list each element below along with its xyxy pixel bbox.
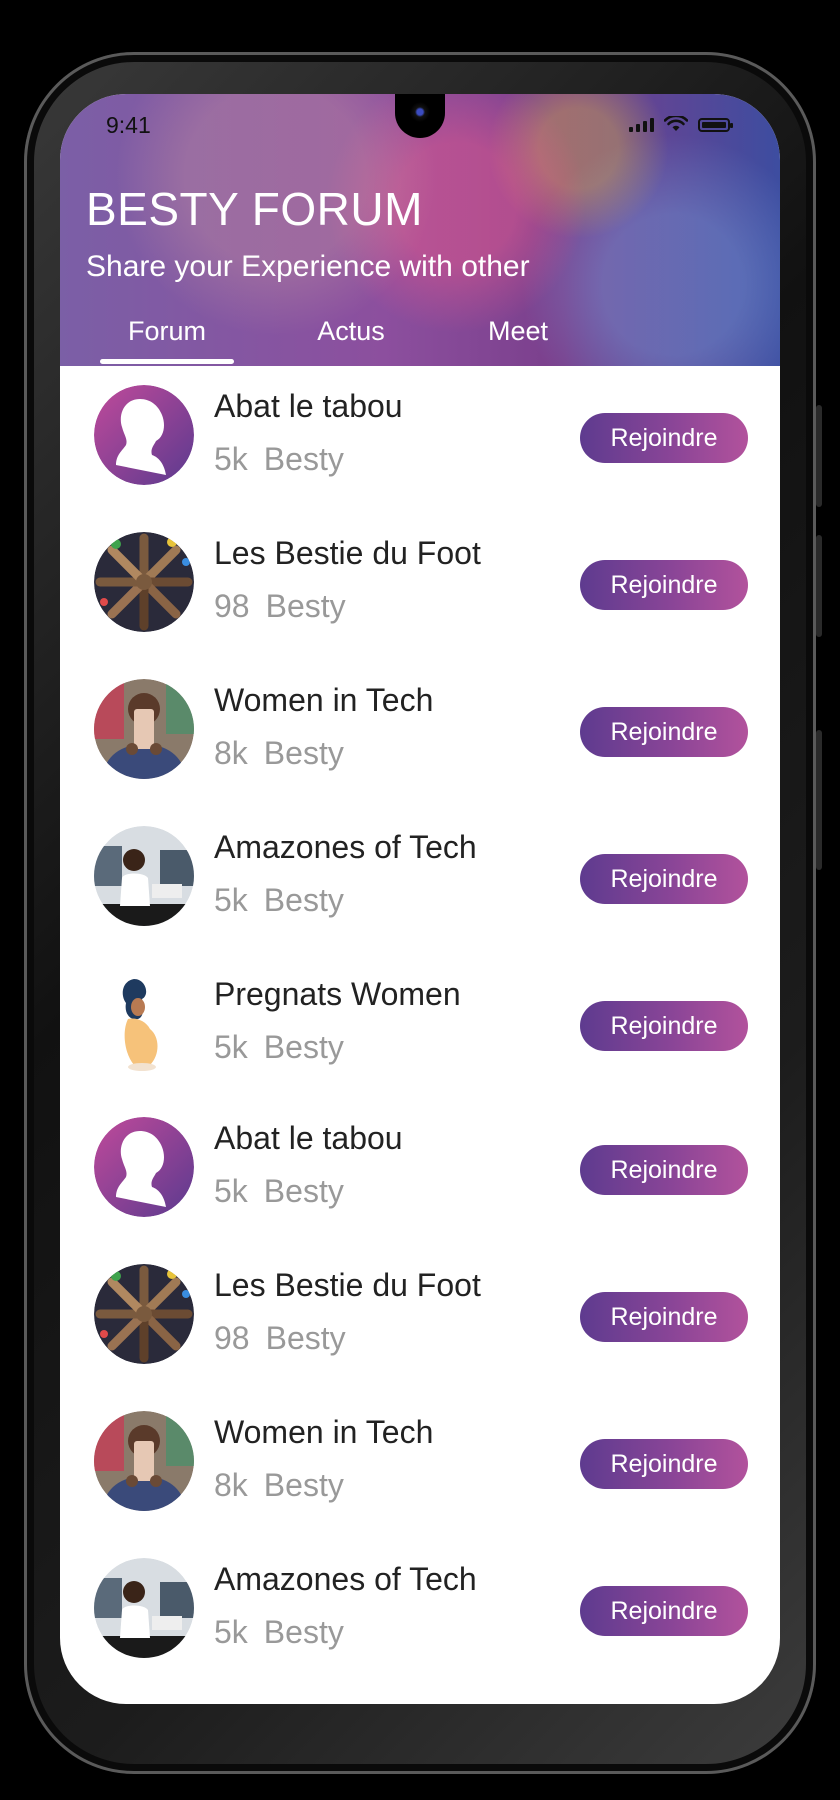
group-name: Les Bestie du Foot [214, 535, 481, 571]
join-button[interactable]: Rejoindre [580, 707, 748, 757]
member-count-unit: Besty [265, 588, 346, 624]
join-button[interactable]: Rejoindre [580, 1439, 748, 1489]
woman-silhouette-icon [94, 385, 194, 485]
page-subtitle: Share your Experience with other [86, 250, 530, 283]
join-button[interactable]: Rejoindre [580, 1001, 748, 1051]
member-count-unit: Besty [265, 1320, 346, 1356]
member-count-unit: Besty [263, 735, 344, 771]
status-icons [629, 116, 733, 132]
hands-circle-photo [94, 532, 194, 632]
member-count-value: 98 [214, 1320, 250, 1356]
member-count-unit: Besty [263, 882, 344, 918]
status-time: 9:41 [106, 112, 151, 138]
pregnant-woman-illustration [94, 973, 194, 1073]
join-button[interactable]: Rejoindre [580, 854, 748, 904]
member-count-unit: Besty [263, 441, 344, 477]
page-title: BESTY FORUM [86, 183, 423, 235]
member-count-unit: Besty [263, 1029, 344, 1065]
list-item[interactable]: Abat le tabou 5k Besty Rejoindre [60, 1098, 780, 1245]
member-count: 5k Besty [214, 1614, 344, 1651]
phone-side-button [816, 535, 822, 637]
member-count-value: 8k [214, 1467, 248, 1503]
join-button[interactable]: Rejoindre [580, 1145, 748, 1195]
list-item[interactable]: Abat le tabou 5k Besty Rejoindre [60, 366, 780, 513]
phone-side-button [816, 405, 822, 507]
list-item[interactable]: Les Bestie du Foot 98 Besty Rejoindre [60, 513, 780, 660]
group-name: Amazones of Tech [214, 829, 477, 865]
tab-forum[interactable]: Forum [100, 316, 234, 347]
forum-header: 9:41 BESTY FORUM Share your Experience w… [60, 94, 780, 366]
group-name: Abat le tabou [214, 388, 403, 424]
member-count-value: 8k [214, 735, 248, 771]
woman-silhouette-icon [94, 1117, 194, 1217]
member-count-value: 5k [214, 1173, 248, 1209]
hands-circle-photo [94, 1264, 194, 1364]
group-avatar [94, 1411, 194, 1511]
list-item[interactable]: Amazones of Tech 5k Besty Rejoindre [60, 807, 780, 954]
member-count-value: 5k [214, 1614, 248, 1650]
member-count-value: 5k [214, 441, 248, 477]
member-count: 8k Besty [214, 735, 344, 772]
list-item[interactable]: Women in Tech 8k Besty Rejoindre [60, 1392, 780, 1539]
group-name: Les Bestie du Foot [214, 1267, 481, 1303]
member-count: 98 Besty [214, 588, 346, 625]
battery-icon [698, 118, 733, 132]
woman-phone-photo [94, 679, 194, 779]
member-count-unit: Besty [263, 1614, 344, 1650]
join-button[interactable]: Rejoindre [580, 560, 748, 610]
member-count: 5k Besty [214, 1029, 344, 1066]
app-screen: 9:41 BESTY FORUM Share your Experience w… [60, 94, 780, 1704]
join-button[interactable]: Rejoindre [580, 413, 748, 463]
join-button[interactable]: Rejoindre [580, 1586, 748, 1636]
member-count: 98 Besty [214, 1320, 346, 1357]
signal-icon [629, 118, 654, 132]
list-item[interactable]: Women in Tech 8k Besty Rejoindre [60, 660, 780, 807]
group-name: Women in Tech [214, 682, 434, 718]
wifi-icon [664, 116, 688, 131]
member-count: 5k Besty [214, 882, 344, 919]
member-count-value: 98 [214, 588, 250, 624]
member-count: 5k Besty [214, 441, 344, 478]
group-avatar [94, 973, 194, 1073]
tab-meet[interactable]: Meet [468, 316, 568, 347]
group-name: Women in Tech [214, 1414, 434, 1450]
group-avatar [94, 532, 194, 632]
group-avatar [94, 1264, 194, 1364]
woman-phone-photo [94, 1411, 194, 1511]
join-button[interactable]: Rejoindre [580, 1292, 748, 1342]
list-item[interactable]: Pregnats Women 5k Besty Rejoindre [60, 954, 780, 1101]
list-item[interactable]: Les Bestie du Foot 98 Besty Rejoindre [60, 1245, 780, 1392]
member-count-value: 5k [214, 882, 248, 918]
member-count-unit: Besty [263, 1173, 344, 1209]
member-count: 8k Besty [214, 1467, 344, 1504]
group-name: Abat le tabou [214, 1120, 403, 1156]
member-count-value: 5k [214, 1029, 248, 1065]
group-avatar [94, 1558, 194, 1658]
list-item[interactable]: Amazones of Tech 5k Besty Rejoindre [60, 1539, 780, 1686]
group-name: Amazones of Tech [214, 1561, 477, 1597]
group-avatar [94, 385, 194, 485]
group-avatar [94, 1117, 194, 1217]
tab-actus[interactable]: Actus [296, 316, 406, 347]
group-avatar [94, 679, 194, 779]
woman-lab-photo [94, 1558, 194, 1658]
woman-lab-photo [94, 826, 194, 926]
member-count-unit: Besty [263, 1467, 344, 1503]
group-name: Pregnats Women [214, 976, 461, 1012]
front-camera [410, 102, 430, 122]
active-tab-indicator [100, 359, 234, 364]
member-count: 5k Besty [214, 1173, 344, 1210]
phone-side-button [816, 730, 822, 870]
group-avatar [94, 826, 194, 926]
